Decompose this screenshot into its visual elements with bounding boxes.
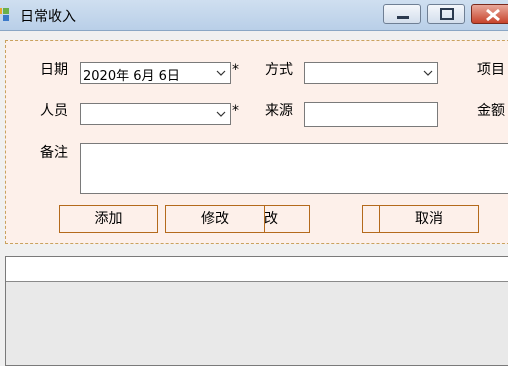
maximize-icon — [440, 8, 454, 20]
grid-header — [6, 257, 508, 282]
hidden-button-label: 改 — [264, 211, 278, 227]
app-icon — [0, 8, 9, 21]
modify-button[interactable]: 修改 — [165, 205, 265, 233]
chevron-down-icon — [423, 70, 433, 76]
remark-textarea[interactable] — [80, 143, 508, 194]
person-select[interactable] — [80, 103, 231, 125]
add-button[interactable]: 添加 — [59, 205, 158, 233]
amount-label: 金额 — [477, 103, 505, 119]
source-label: 来源 — [265, 103, 293, 119]
date-label: 日期 — [40, 62, 68, 78]
date-required-mark: * — [232, 62, 239, 78]
chevron-down-icon — [216, 111, 226, 117]
income-form-panel: 日期 2020年 6月 6日 * 方式 项目 人员 * 来源 金额 备注 添加 … — [5, 40, 508, 244]
person-label: 人员 — [40, 103, 68, 119]
minimize-icon — [397, 16, 409, 19]
remark-label: 备注 — [40, 145, 68, 161]
income-data-grid[interactable] — [5, 256, 508, 366]
date-picker[interactable]: 2020年 6月 6日 — [80, 62, 231, 84]
modify-button-label: 修改 — [201, 211, 229, 227]
cancel-button[interactable]: 取消 — [379, 205, 479, 233]
cancel-button-label: 取消 — [415, 211, 443, 227]
date-value: 2020年 6月 6日 — [83, 69, 180, 84]
item-label: 项目 — [477, 62, 505, 78]
close-icon — [486, 8, 500, 22]
add-button-label: 添加 — [94, 211, 123, 227]
source-input[interactable] — [304, 102, 438, 127]
maximize-button[interactable] — [427, 4, 465, 24]
person-required-mark: * — [232, 103, 239, 119]
minimize-button[interactable] — [383, 4, 421, 24]
chevron-down-icon — [216, 70, 226, 76]
window-title: 日常收入 — [20, 9, 76, 25]
close-button[interactable] — [471, 4, 508, 24]
window-titlebar: 日常收入 — [0, 0, 508, 31]
method-select[interactable] — [304, 62, 438, 84]
method-label: 方式 — [265, 62, 293, 78]
